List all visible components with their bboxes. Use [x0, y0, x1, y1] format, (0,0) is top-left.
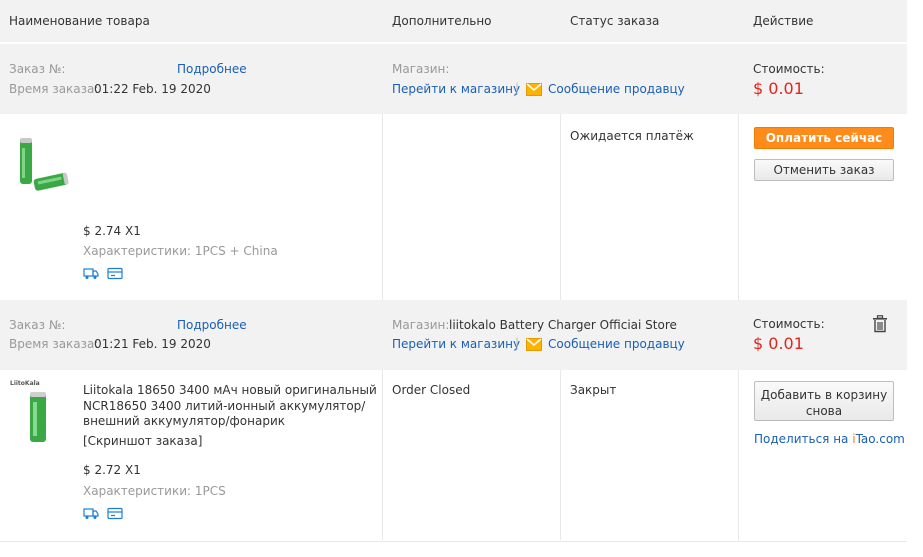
message-seller-link[interactable]: Сообщение продавцу [548, 82, 685, 96]
cost-label: Стоимость: [753, 62, 825, 76]
item-price-qty: $ 2.74 X1 [83, 224, 141, 238]
column-divider [738, 114, 739, 300]
product-image[interactable] [12, 132, 70, 202]
order-number-label: Заказ №: [9, 318, 66, 332]
share-prefix: Поделиться на [754, 432, 853, 446]
column-divider [560, 370, 561, 540]
store-label: Магазин: [392, 62, 450, 76]
order-status: Закрыт [570, 383, 617, 397]
product-brand-mark: LiitoKala [10, 380, 40, 387]
order-header: Заказ №: Подробнее Время заказа: 01:21 F… [0, 300, 907, 370]
delivery-truck-icon[interactable] [83, 267, 99, 280]
col-header-status: Статус заказа [570, 14, 660, 28]
order-cost: $ 0.01 [753, 334, 804, 353]
item-title-line[interactable]: внешний аккумулятор/фонарик [83, 414, 285, 428]
order-time: 01:21 Feb. 19 2020 [94, 337, 211, 351]
order-details-link[interactable]: Подробнее [177, 62, 247, 76]
item-title-line[interactable]: NCR18650 3400 литий-ионный аккумулятор/ [83, 399, 365, 413]
column-divider [382, 114, 383, 300]
itao-brand-rest: Tao.com [855, 432, 905, 446]
add-to-cart-label-line: Добавить в корзину [760, 388, 888, 402]
order-cost: $ 0.01 [753, 79, 804, 98]
share-on-itao-link[interactable]: Поделиться на iTao.com [754, 432, 905, 446]
store-name[interactable]: liitokalo Battery Charger Officiai Store [449, 318, 677, 332]
envelope-icon[interactable] [526, 83, 542, 96]
order-time: 01:22 Feb. 19 2020 [94, 82, 211, 96]
col-header-product: Наименование товара [9, 14, 150, 28]
order-extra-info: Order Closed [392, 383, 471, 397]
go-to-store-link[interactable]: Перейти к магазину [392, 82, 520, 96]
item-price-qty: $ 2.72 X1 [83, 463, 141, 477]
order-time-label: Время заказа: [9, 337, 99, 351]
envelope-icon[interactable] [526, 338, 542, 351]
payment-card-icon[interactable] [107, 507, 123, 520]
table-header: Наименование товара Дополнительно Статус… [0, 0, 907, 42]
link-separator: | [515, 336, 520, 350]
add-to-cart-label-line: снова [805, 404, 843, 418]
item-title-line[interactable]: Liitokala 18650 3400 мАч новый оригиналь… [83, 383, 377, 397]
order-header: Заказ №: Подробнее Время заказа: 01:22 F… [0, 44, 907, 114]
table-bottom-border [0, 541, 907, 542]
link-separator: | [515, 81, 520, 95]
cancel-order-button[interactable]: Отменить заказ [754, 159, 894, 181]
payment-card-icon[interactable] [107, 267, 123, 280]
column-divider [738, 370, 739, 540]
order-snapshot-link[interactable]: [Скриншот заказа] [83, 434, 202, 448]
product-image[interactable]: LiitoKala [8, 378, 68, 448]
go-to-store-link[interactable]: Перейти к магазину [392, 337, 520, 351]
message-seller-link[interactable]: Сообщение продавцу [548, 337, 685, 351]
column-divider [560, 114, 561, 300]
add-to-cart-again-button[interactable]: Добавить в корзину снова [754, 381, 894, 421]
col-header-action: Действие [753, 14, 814, 28]
delivery-truck-icon[interactable] [83, 507, 99, 520]
item-specs: Характеристики: 1PCS [83, 484, 226, 498]
item-specs: Характеристики: 1PCS + China [83, 244, 278, 258]
order-number-label: Заказ №: [9, 62, 66, 76]
pay-now-button[interactable]: Оплатить сейчас [754, 127, 894, 149]
order-details-link[interactable]: Подробнее [177, 318, 247, 332]
order-time-label: Время заказа: [9, 82, 99, 96]
cost-label: Стоимость: [753, 317, 825, 331]
order-body: LiitoKala Liitokala 18650 3400 мАч новый… [0, 370, 907, 540]
store-label: Магазин: [392, 318, 450, 332]
col-header-extra: Дополнительно [392, 14, 492, 28]
trash-icon[interactable] [872, 315, 888, 333]
column-divider [382, 370, 383, 540]
order-body: $ 2.74 X1 Характеристики: 1PCS + China О… [0, 114, 907, 300]
order-status: Ожидается платёж [570, 129, 694, 143]
